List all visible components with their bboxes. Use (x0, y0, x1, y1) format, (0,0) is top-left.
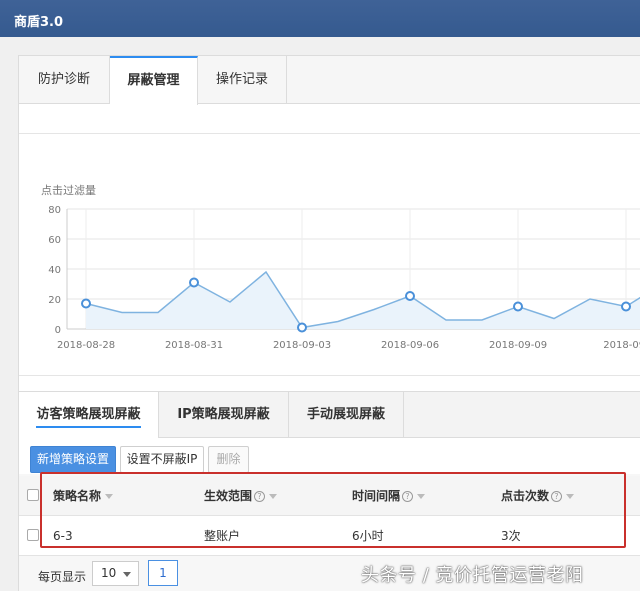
y-tick-label: 60 (48, 235, 61, 246)
x-tick-label: 2018-09-06 (381, 340, 439, 351)
add-strategy-button[interactable]: 新增策略设置 (30, 446, 116, 473)
strategy-table: 策略名称 生效范围? 时间间隔? 点击次数? 6-3 整账户 6小时 3次 (19, 472, 640, 556)
y-tick-label: 0 (55, 325, 61, 336)
y-tick-label: 20 (48, 295, 61, 306)
data-point (405, 291, 415, 301)
data-point (81, 298, 91, 309)
tab-ip-strategy[interactable]: IP策略展现屏蔽 (159, 392, 289, 438)
series-area (86, 272, 640, 329)
tab-visitor-strategy[interactable]: 访客策略展现屏蔽 (19, 392, 159, 439)
app-title: 商盾3.0 (14, 15, 64, 30)
toolbar: 新增策略设置 设置不屏蔽IP 删除 (19, 438, 640, 474)
click-filter-chart: 点击过滤量 0 20 40 60 80 2018-08-28 2018-08-31 2018-0… (19, 133, 640, 376)
x-tick-label: 2018-08-31 (165, 340, 223, 351)
y-tick-label: 80 (48, 205, 61, 216)
page-button-current[interactable]: 1 (148, 560, 178, 586)
highlight-box (40, 472, 626, 548)
chevron-down-icon (123, 572, 131, 577)
x-tick-label: 2018-08-28 (57, 340, 115, 351)
data-point (513, 301, 523, 312)
per-page-select[interactable]: 10 (92, 561, 139, 586)
top-bar: 商盾3.0 (0, 0, 640, 37)
data-point (621, 301, 631, 312)
data-point (297, 322, 307, 333)
chart-title: 点击过滤量 (41, 184, 96, 197)
tab-operation-log[interactable]: 操作记录 (198, 56, 287, 104)
x-tick-label: 2018-09- (603, 340, 640, 351)
main-tabs: 防护诊断 屏蔽管理 操作记录 (19, 56, 640, 105)
delete-button[interactable]: 删除 (208, 446, 249, 473)
per-page-label: 每页显示 (38, 570, 87, 584)
select-all-checkbox[interactable] (27, 489, 39, 501)
data-point (189, 277, 199, 288)
tab-protection-diagnosis[interactable]: 防护诊断 (19, 56, 110, 104)
per-page-value: 10 (101, 566, 117, 580)
x-tick-label: 2018-09-03 (273, 340, 331, 351)
tab-manual-block[interactable]: 手动展现屏蔽 (289, 392, 404, 438)
x-tick-label: 2018-09-09 (489, 340, 547, 351)
watermark: 头条号 / 竞价托管运营老阳 (361, 565, 584, 586)
set-noblock-ip-button[interactable]: 设置不屏蔽IP (120, 446, 204, 473)
tab-visitor-strategy-label: 访客策略展现屏蔽 (36, 407, 141, 428)
tab-block-management[interactable]: 屏蔽管理 (110, 56, 198, 105)
main-panel: 防护诊断 屏蔽管理 操作记录 点击过滤量 0 20 40 60 80 2018-08-28 2… (18, 55, 640, 591)
strategy-tabs: 访客策略展现屏蔽 IP策略展现屏蔽 手动展现屏蔽 (19, 392, 640, 439)
chart-svg: 点击过滤量 0 20 40 60 80 2018-08-28 2018-08-31 2018-0… (41, 184, 640, 351)
y-tick-label: 40 (48, 265, 61, 276)
row-checkbox[interactable] (27, 529, 39, 541)
